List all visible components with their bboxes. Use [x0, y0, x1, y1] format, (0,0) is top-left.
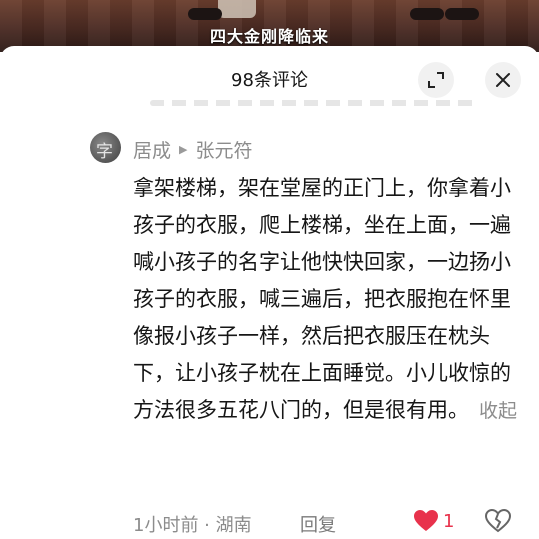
heart-broken-icon: [484, 508, 512, 533]
like-button[interactable]: 1: [413, 509, 454, 533]
heart-filled-icon: [414, 510, 438, 531]
right-triangle-icon: ▶: [179, 143, 188, 156]
expand-icon: [428, 72, 444, 88]
sheet-header: 98条评论: [0, 46, 539, 108]
video-strip: 四大金刚降临来: [0, 0, 539, 52]
comment-author-row: 居成 ▶ 张元符: [133, 136, 253, 163]
close-icon: [496, 73, 510, 87]
video-shoe: [188, 8, 222, 20]
video-figure: [218, 0, 256, 18]
comment-time-location: 1小时前 · 湖南: [133, 515, 252, 536]
comment-meta: 1小时前 · 湖南 回复 1: [133, 508, 513, 539]
like-count: 1: [443, 510, 455, 532]
comment-text: 拿架楼梯，架在堂屋的正门上，你拿着小孩子的衣服，爬上楼梯，坐在上面，一遍喊小孩子…: [133, 170, 519, 430]
collapse-link[interactable]: 收起: [479, 400, 517, 422]
reply-to-user[interactable]: 张元符: [195, 136, 252, 163]
avatar[interactable]: 字: [90, 132, 121, 163]
comment-sheet: 98条评论 字 居成 ▶ 张元符 拿架楼梯，架在堂屋的正门上，你拿着小孩子的衣服…: [0, 46, 539, 539]
expand-button[interactable]: [418, 62, 454, 98]
video-subtitle: 四大金刚降临来: [209, 27, 329, 46]
video-shoe: [445, 8, 479, 20]
avatar-glyph: 字: [96, 142, 113, 162]
comment-count-title: 98条评论: [231, 70, 308, 91]
close-button[interactable]: [485, 62, 521, 98]
video-shoe: [410, 8, 444, 20]
previous-comment-edge: [150, 100, 480, 106]
comment-author[interactable]: 居成: [133, 136, 171, 163]
comment-text-content: 拿架楼梯，架在堂屋的正门上，你拿着小孩子的衣服，爬上楼梯，坐在上面，一遍喊小孩子…: [133, 176, 511, 422]
dislike-button[interactable]: [484, 508, 512, 538]
reply-button[interactable]: 回复: [300, 511, 336, 537]
